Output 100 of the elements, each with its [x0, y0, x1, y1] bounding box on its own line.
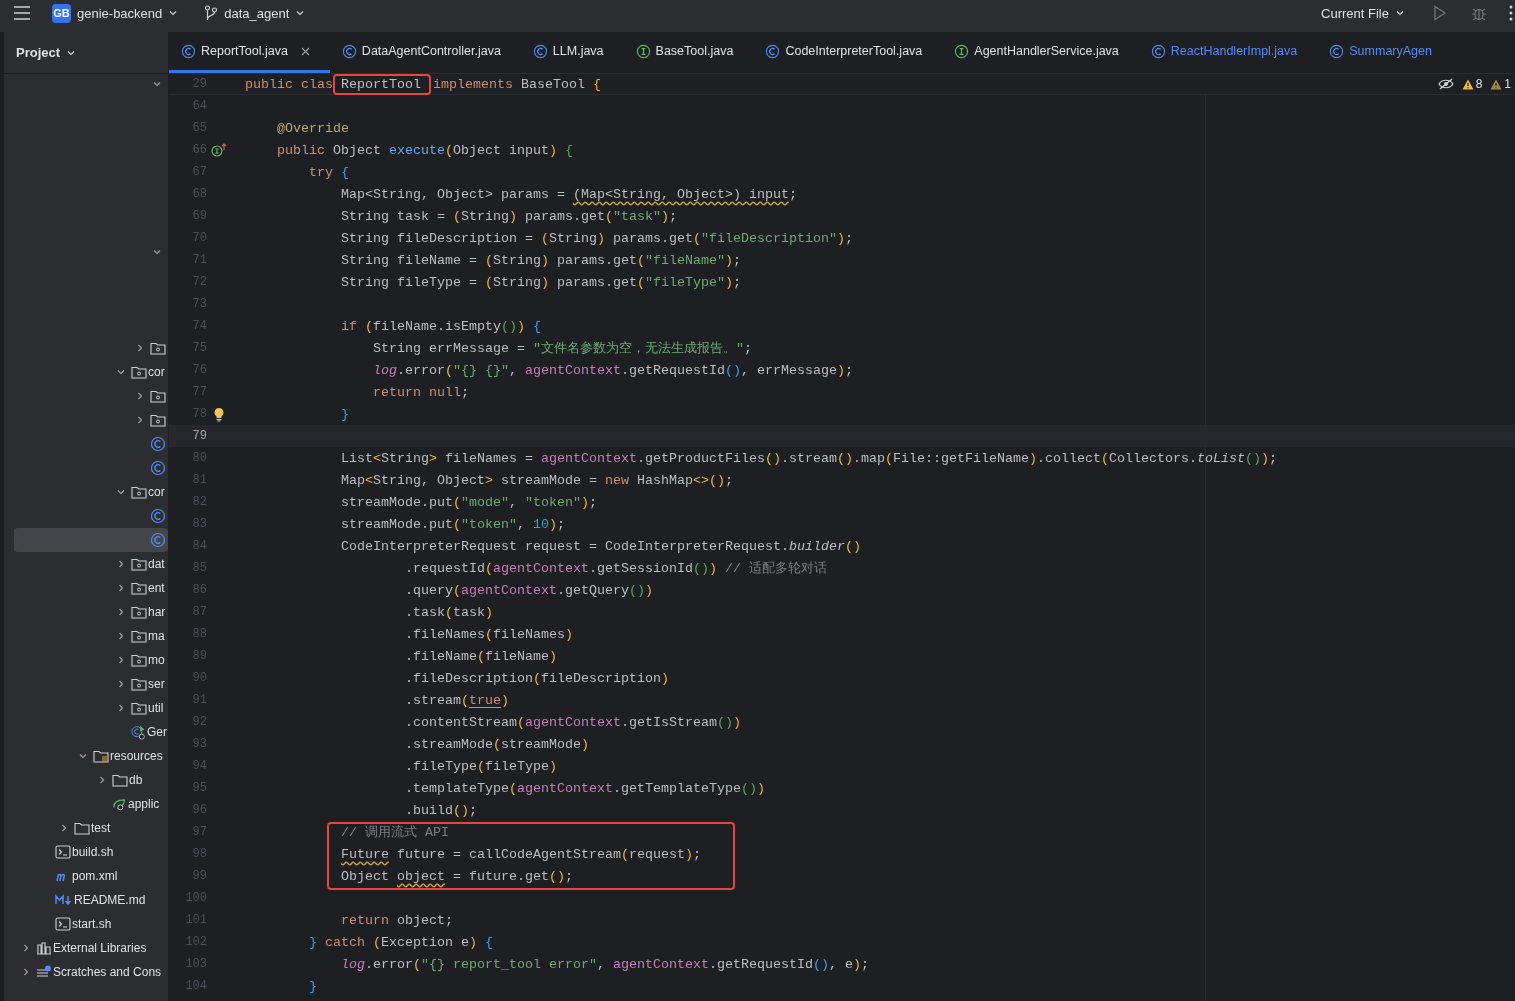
- lightbulb-icon[interactable]: [213, 406, 225, 422]
- chevron-right-icon[interactable]: [135, 415, 145, 425]
- tree-item[interactable]: cor: [148, 365, 165, 379]
- run-icon[interactable]: [1433, 5, 1447, 21]
- panel-title[interactable]: Project: [16, 45, 61, 60]
- chevron-down-icon[interactable]: [152, 247, 162, 257]
- package-folder-icon: [131, 653, 147, 667]
- tree-item[interactable]: Ger: [147, 725, 167, 739]
- code-line: String errMessage = "文件名参数为空，无法生成报告。";: [373, 340, 752, 357]
- tree-item[interactable]: build.sh: [72, 845, 114, 859]
- tree-item[interactable]: resources: [110, 749, 163, 763]
- editor-tab[interactable]: CodeInterpreterTool.java: [753, 32, 943, 73]
- editor-tab[interactable]: DataAgentController.java: [329, 32, 521, 73]
- code-line: } catch (Exception e) {: [309, 934, 493, 950]
- tree-item[interactable]: har: [148, 605, 166, 619]
- tree-item[interactable]: dat: [148, 557, 165, 571]
- class-icon: [765, 43, 781, 59]
- chevron-down-icon[interactable]: [116, 487, 126, 497]
- chevron-down-icon[interactable]: [295, 8, 306, 18]
- code-line: .templateType(agentContext.getTemplateType()): [404, 780, 765, 796]
- chevron-down-icon[interactable]: [152, 79, 162, 89]
- package-folder-icon: [131, 605, 147, 619]
- code-line: CodeInterpreterRequest request = CodeInterpreterRequest.builder(): [341, 538, 861, 554]
- tree-item[interactable]: ent: [148, 581, 165, 595]
- tree-item[interactable]: Scratches and Cons: [53, 965, 162, 979]
- run-config-selector[interactable]: Current File: [1321, 5, 1389, 21]
- code-line: .fileType(fileType): [404, 758, 557, 774]
- chevron-right-icon[interactable]: [97, 775, 107, 785]
- chevron-down-icon[interactable]: [1395, 8, 1405, 18]
- code-line: Map<String, Object> streamMode = new HashMap<>();: [341, 472, 733, 488]
- code-line: }: [341, 406, 349, 422]
- tree-item[interactable]: db: [129, 773, 143, 787]
- package-folder-icon: [131, 701, 147, 715]
- code-line: .query(agentContext.getQuery()): [404, 582, 653, 598]
- chevron-down-icon[interactable]: [78, 751, 88, 761]
- implements-icon[interactable]: [210, 143, 228, 157]
- branch-selector[interactable]: data_agent: [224, 5, 290, 21]
- weak-warning-count[interactable]: 1: [1490, 77, 1511, 91]
- package-folder-icon: [131, 629, 147, 643]
- code-line: .streamMode(streamMode): [404, 736, 589, 752]
- code-line: Future future = callCodeAgentStream(request);: [341, 846, 701, 862]
- editor-tab[interactable]: SummaryAgen: [1317, 32, 1432, 73]
- tree-item[interactable]: test: [91, 821, 111, 835]
- tree-item[interactable]: README.md: [74, 893, 146, 907]
- chevron-right-icon[interactable]: [135, 391, 145, 401]
- chevron-right-icon[interactable]: [116, 655, 126, 665]
- chevron-right-icon[interactable]: [116, 607, 126, 617]
- class-icon: [341, 43, 357, 59]
- scratches-icon: [36, 965, 52, 979]
- hidden-eye-icon[interactable]: [1437, 78, 1454, 90]
- tree-item[interactable]: ser: [148, 677, 165, 691]
- warning-count[interactable]: 8: [1461, 77, 1483, 91]
- class-icon: [150, 436, 166, 452]
- class-icon: [150, 508, 166, 524]
- tree-item[interactable]: applic: [128, 797, 160, 811]
- terminal-file-icon: [55, 845, 71, 859]
- chevron-right-icon[interactable]: [116, 679, 126, 689]
- more-icon[interactable]: [1509, 5, 1513, 21]
- chevron-right-icon[interactable]: [21, 967, 31, 977]
- tree-item[interactable]: pom.xml: [72, 869, 118, 883]
- tree-item[interactable]: cor: [148, 485, 165, 499]
- chevron-right-icon[interactable]: [116, 583, 126, 593]
- code-line: .requestId(agentContext.getSessionId()) // 适配多轮对话: [404, 560, 827, 577]
- chevron-right-icon[interactable]: [21, 943, 31, 953]
- code-line: public Object execute(Object input) {: [277, 142, 573, 158]
- chevron-down-icon[interactable]: [116, 367, 126, 377]
- code-line: List<String> fileNames = agentContext.getProductFiles().stream().map(File::getFileName).collect(Collectors.toList());: [341, 450, 1277, 466]
- line-number: 79: [191, 429, 207, 443]
- package-folder-icon: [131, 581, 147, 595]
- code-line: streamMode.put("token", 10);: [341, 516, 565, 532]
- chevron-right-icon[interactable]: [116, 559, 126, 569]
- folder-icon: [112, 773, 128, 787]
- tree-item[interactable]: mo: [148, 653, 165, 667]
- tree-item[interactable]: util: [148, 701, 164, 715]
- chevron-right-icon[interactable]: [59, 823, 69, 833]
- chevron-down-icon[interactable]: [168, 8, 179, 18]
- branch-icon[interactable]: [204, 5, 219, 21]
- folder-icon: [74, 821, 90, 835]
- class-icon: [150, 532, 166, 548]
- code-line: String fileType = (String) params.get("fileType");: [341, 274, 741, 290]
- menu-icon[interactable]: [13, 6, 31, 20]
- editor-tab[interactable]: AgentHandlerService.java: [942, 32, 1139, 73]
- package-folder-icon: [131, 365, 147, 379]
- spring-class-icon: [131, 724, 146, 740]
- chevron-right-icon[interactable]: [135, 343, 145, 353]
- tree-item[interactable]: start.sh: [72, 917, 112, 931]
- chevron-right-icon[interactable]: [116, 631, 126, 641]
- close-icon[interactable]: [300, 46, 310, 56]
- editor-tab[interactable]: BaseTool.java: [623, 32, 754, 73]
- code-line: .contentStream(agentContext.getIsStream()): [404, 714, 741, 730]
- editor-tab[interactable]: ReactHandlerImpl.java: [1138, 32, 1318, 73]
- code-line: log.error("{} report_tool error", agentContext.getRequestId(), e);: [341, 956, 869, 972]
- code-line: Object object = future.get();: [341, 868, 573, 884]
- chevron-right-icon[interactable]: [116, 703, 126, 713]
- project-selector[interactable]: genie-backend: [77, 5, 163, 21]
- editor-tab[interactable]: LLM.java: [520, 32, 624, 73]
- resources-folder-icon: [93, 749, 109, 763]
- tree-item[interactable]: ma: [148, 629, 165, 643]
- tree-item[interactable]: External Libraries: [53, 941, 147, 955]
- package-folder-icon: [131, 677, 147, 691]
